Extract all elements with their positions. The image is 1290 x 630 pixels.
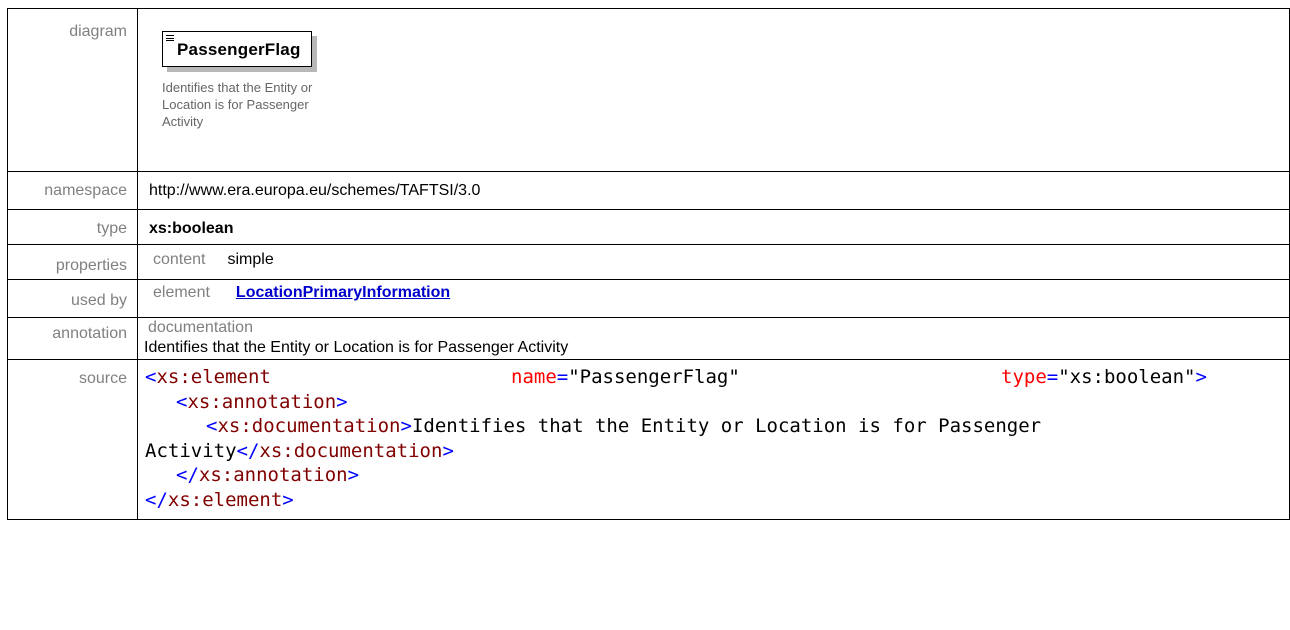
element-lines-icon	[166, 35, 174, 43]
used-by-row: used by element LocationPrimaryInformati…	[7, 279, 1290, 318]
source-row: source <xs:element name="PassengerFlag" ty…	[7, 359, 1290, 520]
type-value-cell: xs:boolean	[137, 209, 1290, 245]
annotation-key: documentation	[148, 319, 253, 336]
properties-value-cell: content simple	[137, 244, 1290, 280]
annotation-value-cell: documentation Identifies that the Entity…	[137, 317, 1290, 360]
type-row: type xs:boolean	[7, 209, 1290, 245]
annotation-label-cell: annotation	[7, 317, 138, 360]
property-value: simple	[227, 251, 274, 268]
source-line-1: <xs:element name="PassengerFlag" type="xs:…	[145, 366, 1207, 388]
element-box[interactable]: PassengerFlag	[162, 31, 312, 67]
used-by-label: used by	[70, 292, 127, 309]
diagram-value-cell: PassengerFlag Identifies that the Entity…	[137, 8, 1290, 172]
annotation-row: annotation documentation Identifies that…	[7, 317, 1290, 360]
source-code: <xs:element name="PassengerFlag" type="xs:…	[145, 360, 1289, 512]
properties-label-cell: properties	[7, 244, 138, 280]
type-label-cell: type	[7, 209, 138, 245]
annotation-label: annotation	[52, 325, 127, 342]
used-by-key: element	[153, 284, 210, 301]
property-content: content simple	[149, 251, 274, 269]
type-label: type	[96, 220, 127, 237]
element-diagram: PassengerFlag Identifies that the Entity…	[138, 9, 1289, 171]
used-by-value-cell: element LocationPrimaryInformation	[137, 279, 1290, 318]
source-label: source	[78, 370, 127, 387]
diagram-label-cell: diagram	[7, 8, 138, 172]
annotation-text: Identifies that the Entity or Location i…	[144, 339, 569, 356]
namespace-value-cell: http://www.era.europa.eu/schemes/TAFTSI/…	[137, 171, 1290, 210]
used-by-entry: element LocationPrimaryInformation	[149, 284, 450, 302]
namespace-row: namespace http://www.era.europa.eu/schem…	[7, 171, 1290, 210]
namespace-label-cell: namespace	[7, 171, 138, 210]
source-line-2: <xs:annotation>	[176, 390, 348, 413]
source-label-cell: source	[7, 359, 138, 520]
source-line-4: Activity</xs:documentation>	[145, 439, 454, 462]
source-line-6: </xs:element>	[145, 488, 294, 511]
diagram-row: diagram PassengerFlag Identifies that th…	[7, 8, 1290, 172]
used-by-link[interactable]: LocationPrimaryInformation	[236, 284, 450, 302]
namespace-label: namespace	[44, 182, 127, 199]
diagram-label: diagram	[69, 23, 127, 40]
namespace-value: http://www.era.europa.eu/schemes/TAFTSI/…	[149, 182, 481, 199]
source-value-cell: <xs:element name="PassengerFlag" type="xs:…	[137, 359, 1290, 520]
used-by-label-cell: used by	[7, 279, 138, 318]
element-doc: Identifies that the Entity or Location i…	[162, 80, 313, 129]
properties-row: properties content simple	[7, 244, 1290, 280]
properties-label: properties	[55, 257, 127, 274]
properties-table: diagram PassengerFlag Identifies that th…	[7, 8, 1290, 520]
source-line-5: </xs:annotation>	[176, 464, 360, 486]
type-value: xs:boolean	[149, 220, 234, 237]
element-name: PassengerFlag	[177, 40, 301, 59]
source-line-3: <xs:documentation>Identifies that the En…	[206, 415, 1042, 437]
property-key: content	[153, 251, 206, 268]
